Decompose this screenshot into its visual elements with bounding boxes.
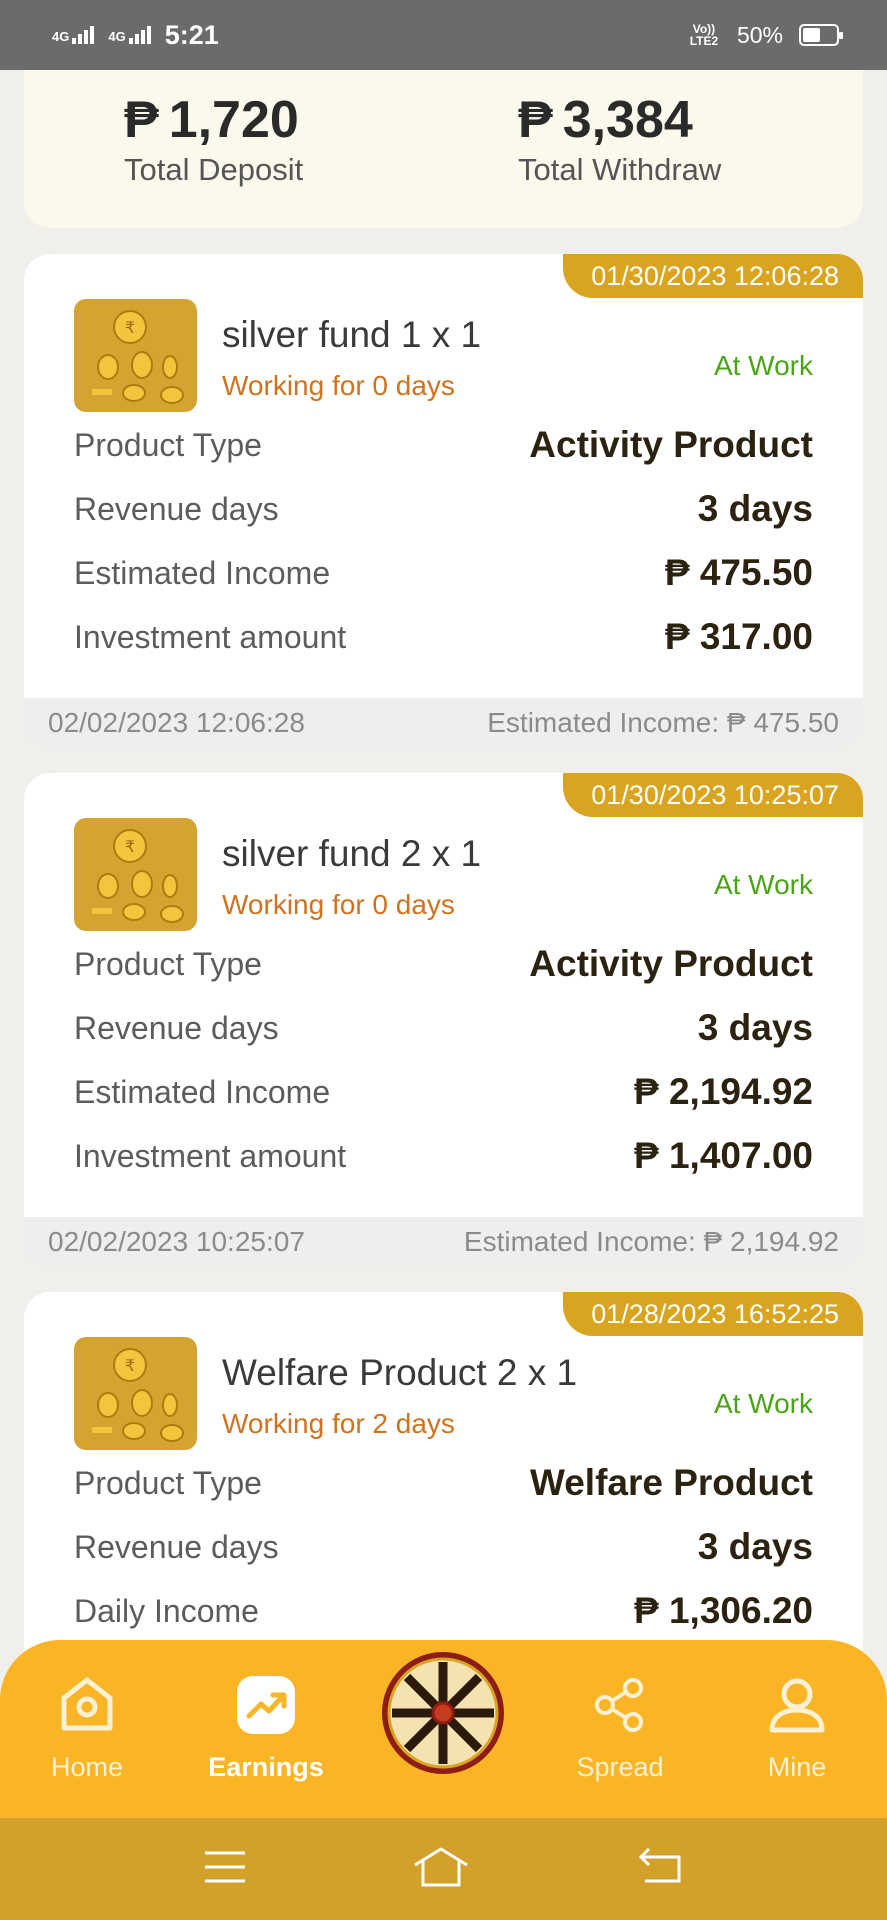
tab-spread[interactable]: Spread: [545, 1670, 695, 1783]
volte-icon: Vo)) LTE2: [689, 22, 719, 48]
product-name: silver fund 1 x 1: [222, 314, 482, 355]
detail-value: ₱ 2,194.92: [634, 1071, 813, 1112]
network-type-2: 4G: [108, 29, 126, 44]
detail-row: Revenue days 3 days: [74, 1007, 813, 1049]
detail-value: 3 days: [697, 1007, 813, 1048]
purchase-date: 01/30/2023 12:06:28: [563, 254, 863, 298]
tab-mine[interactable]: Mine: [722, 1670, 872, 1783]
product-name: silver fund 2 x 1: [222, 833, 482, 874]
total-deposit: ₱ 1,720 Total Deposit: [124, 90, 303, 188]
bottom-tab-bar: Home Earnings Spread Mine: [0, 1640, 887, 1818]
detail-row: Revenue days 3 days: [74, 1526, 813, 1568]
svg-text:₹: ₹: [125, 320, 135, 337]
battery-icon: [799, 24, 843, 46]
detail-row: Estimated Income ₱ 475.50: [74, 552, 813, 594]
status-left: 4G 4G 5:21: [52, 20, 219, 51]
tab-label: Earnings: [208, 1752, 324, 1782]
detail-label: Product Type: [74, 426, 262, 463]
tab-earnings[interactable]: Earnings: [191, 1670, 341, 1783]
detail-row: Estimated Income ₱ 2,194.92: [74, 1071, 813, 1113]
product-card[interactable]: 01/30/2023 12:06:28 ₹ silver fund 1 x 1 …: [24, 254, 863, 748]
purchase-date: 01/28/2023 16:52:25: [563, 1292, 863, 1336]
withdraw-label: Total Withdraw: [518, 152, 722, 187]
svg-text:₹: ₹: [125, 839, 135, 856]
trending-icon: [191, 1670, 341, 1740]
deposit-amount: 1,720: [168, 91, 299, 149]
detail-value: 3 days: [697, 1526, 813, 1567]
status-bar: 4G 4G 5:21 Vo)) LTE2 50%: [0, 0, 887, 70]
detail-label: Revenue days: [74, 1528, 279, 1565]
tab-home[interactable]: Home: [12, 1670, 162, 1783]
detail-label: Product Type: [74, 1464, 262, 1501]
working-days: Working for 0 days: [222, 370, 455, 401]
detail-label: Product Type: [74, 945, 262, 982]
tab-label: Mine: [767, 1752, 827, 1782]
detail-row: Revenue days 3 days: [74, 488, 813, 530]
system-nav-bar: [0, 1818, 887, 1920]
end-date: 02/02/2023 10:25:07: [48, 1226, 305, 1257]
detail-label: Estimated Income: [74, 1073, 331, 1110]
status-badge: At Work: [713, 869, 813, 900]
tab-label: Spread: [576, 1752, 664, 1782]
working-days: Working for 2 days: [222, 1408, 455, 1439]
detail-value: ₱ 317.00: [664, 616, 813, 657]
detail-value: Activity Product: [529, 943, 813, 984]
detail-label: Daily Income: [74, 1592, 259, 1629]
signal-icon: 4G: [52, 26, 95, 44]
end-date: 02/02/2023 12:06:28: [48, 707, 305, 738]
home-icon: [12, 1670, 162, 1740]
home-nav-icon[interactable]: [411, 1845, 471, 1894]
product-name: Welfare Product 2 x 1: [222, 1352, 578, 1393]
deposit-label: Total Deposit: [124, 152, 304, 187]
detail-value: ₱ 1,306.20: [634, 1590, 813, 1631]
footer-income: Estimated Income: ₱ 475.50: [487, 707, 839, 738]
detail-row: Product Type Welfare Product: [74, 1462, 813, 1504]
coin-icon: ₹: [74, 299, 197, 412]
purchase-date: 01/30/2023 10:25:07: [563, 773, 863, 817]
detail-value: Welfare Product: [529, 1462, 813, 1503]
detail-label: Investment amount: [74, 618, 347, 655]
peso-icon: ₱: [124, 91, 159, 149]
detail-value: Activity Product: [529, 424, 813, 465]
status-badge: At Work: [713, 1388, 813, 1419]
summary-card: ₱ 1,720 Total Deposit ₱ 3,384 Total With…: [24, 70, 863, 228]
detail-value: ₱ 475.50: [664, 552, 813, 593]
status-badge: At Work: [713, 350, 813, 381]
status-right: Vo)) LTE2 50%: [687, 21, 843, 49]
detail-row: Daily Income ₱ 1,306.20: [74, 1590, 813, 1632]
user-icon: [722, 1670, 872, 1740]
share-icon: [545, 1670, 695, 1740]
detail-row: Investment amount ₱ 1,407.00: [74, 1135, 813, 1177]
battery-percent: 50%: [736, 21, 783, 48]
withdraw-amount-line: ₱ 3,384: [518, 90, 721, 150]
detail-label: Revenue days: [74, 490, 279, 527]
coin-icon: ₹: [74, 1337, 197, 1450]
clock: 5:21: [164, 19, 219, 50]
coin-icon: ₹: [74, 818, 197, 931]
footer-income: Estimated Income: ₱ 2,194.92: [463, 1226, 839, 1257]
lucky-wheel-icon[interactable]: [380, 1650, 506, 1776]
network-type: 4G: [52, 29, 70, 44]
total-withdraw: ₱ 3,384 Total Withdraw: [518, 90, 721, 188]
product-card[interactable]: 01/30/2023 10:25:07 ₹ silver fund 2 x 1 …: [24, 773, 863, 1267]
card-footer: 02/02/2023 10:25:07 Estimated Income: ₱ …: [24, 1217, 863, 1267]
detail-value: ₱ 1,407.00: [634, 1135, 813, 1176]
tab-label: Home: [50, 1752, 124, 1782]
svg-text:₹: ₹: [125, 1358, 135, 1375]
detail-label: Investment amount: [74, 1137, 347, 1174]
signal-icon-2: 4G: [108, 26, 151, 44]
menu-icon[interactable]: [202, 1849, 248, 1890]
card-footer: 02/02/2023 12:06:28 Estimated Income: ₱ …: [24, 698, 863, 748]
peso-icon: ₱: [518, 91, 553, 149]
detail-label: Revenue days: [74, 1009, 279, 1046]
detail-row: Product Type Activity Product: [74, 424, 813, 466]
withdraw-amount: 3,384: [562, 91, 693, 149]
back-icon[interactable]: [635, 1847, 685, 1892]
deposit-amount-line: ₱ 1,720: [124, 90, 303, 150]
detail-value: 3 days: [697, 488, 813, 529]
detail-row: Investment amount ₱ 317.00: [74, 616, 813, 658]
working-days: Working for 0 days: [222, 889, 455, 920]
detail-row: Product Type Activity Product: [74, 943, 813, 985]
detail-label: Estimated Income: [74, 554, 331, 591]
